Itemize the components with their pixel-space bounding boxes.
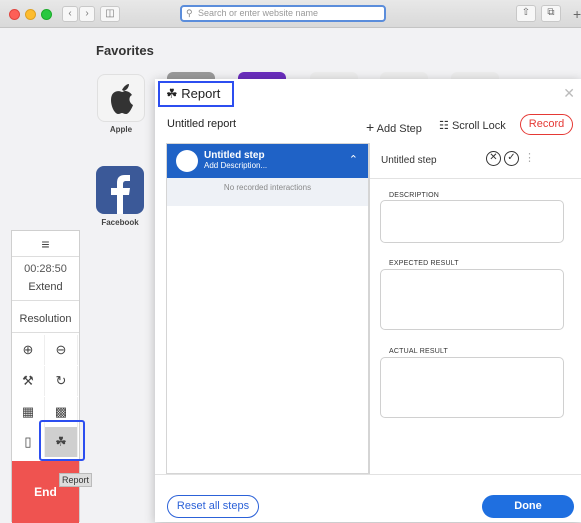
add-step-button[interactable]: + Add Step — [366, 119, 422, 135]
address-bar[interactable]: ⚲ Search or enter website name — [180, 5, 386, 22]
step-detail-title[interactable]: Untitled step — [381, 155, 437, 166]
favorite-facebook-label: Facebook — [101, 218, 139, 227]
step-item[interactable]: Untitled step Add Description... ⌃ — [167, 144, 368, 178]
address-bar-placeholder: Search or enter website name — [198, 8, 319, 18]
share-icon[interactable]: ⇧ — [516, 5, 536, 22]
scroll-lock-button[interactable]: ☷ Scroll Lock — [439, 119, 506, 132]
zoom-in-icon[interactable]: ⊕ — [12, 335, 45, 365]
report-dialog-title: ☘ Report — [158, 81, 234, 107]
add-step-label: Add Step — [376, 123, 422, 135]
back-button[interactable]: ‹ — [62, 6, 78, 22]
step-title: Untitled step — [204, 150, 265, 161]
new-tab-icon[interactable]: + — [573, 6, 581, 22]
divider — [370, 178, 581, 179]
step-status-icon — [176, 150, 198, 172]
favorite-apple[interactable] — [97, 74, 145, 122]
reset-all-steps-button[interactable]: Reset all steps — [167, 495, 259, 518]
favorites-heading: Favorites — [96, 43, 154, 58]
report-dialog: ☘ Report ✕ Untitled report + Add Step ☷ … — [155, 79, 581, 522]
session-timer: 00:28:50 — [24, 263, 67, 275]
description-label: DESCRIPTION — [389, 192, 440, 199]
report-title-text: Report — [181, 86, 221, 101]
report-icon: ☘ — [166, 86, 178, 101]
actual-result-field[interactable] — [380, 357, 564, 418]
report-name[interactable]: Untitled report — [167, 118, 236, 130]
discard-icon[interactable]: ✕ — [486, 151, 501, 166]
timer-section: 00:28:50 Extend — [12, 257, 79, 301]
wrench-icon[interactable]: ⚒ — [12, 366, 45, 396]
done-button[interactable]: Done — [482, 495, 574, 518]
report-tool-highlight — [39, 420, 85, 461]
close-window-button[interactable] — [9, 9, 20, 20]
favorite-facebook[interactable] — [96, 166, 144, 214]
actual-result-label: ACTUAL RESULT — [389, 348, 448, 355]
record-button[interactable]: Record — [520, 114, 573, 135]
facebook-icon — [111, 175, 130, 214]
lock-icon: ☷ — [439, 120, 449, 132]
toolbar-menu[interactable]: ≡ — [12, 231, 79, 257]
no-interactions-message: No recorded interactions — [167, 178, 368, 206]
confirm-icon[interactable]: ✓ — [504, 151, 519, 166]
expected-result-field[interactable] — [380, 269, 564, 330]
forward-button[interactable]: › — [79, 6, 95, 22]
end-session-button[interactable]: End — [12, 461, 79, 523]
rotate-icon[interactable]: ↻ — [45, 366, 78, 396]
browser-toolbar: ‹ › ◫ ⚲ Search or enter website name ⇧ ⧉… — [0, 0, 581, 28]
zoom-out-icon[interactable]: ⊖ — [45, 335, 78, 365]
close-icon[interactable]: ✕ — [563, 85, 575, 102]
footer-divider — [155, 474, 581, 475]
search-icon: ⚲ — [186, 8, 193, 18]
apple-icon — [111, 84, 133, 114]
plus-icon: + — [366, 119, 375, 135]
scroll-lock-label: Scroll Lock — [451, 120, 506, 132]
sidebar-toggle-icon[interactable]: ◫ — [100, 6, 120, 22]
favorite-apple-label: Apple — [109, 125, 133, 134]
description-field[interactable] — [380, 200, 564, 243]
expected-result-label: EXPECTED RESULT — [389, 260, 459, 267]
chevron-up-icon[interactable]: ⌃ — [349, 153, 358, 166]
steps-list: Untitled step Add Description... ⌃ No re… — [166, 143, 369, 474]
report-tooltip: Report — [59, 473, 92, 487]
hamburger-icon: ≡ — [41, 236, 50, 252]
tabs-icon[interactable]: ⧉ — [541, 5, 561, 22]
extend-button[interactable]: Extend — [12, 281, 79, 293]
pane-divider — [369, 143, 370, 474]
resolution-button[interactable]: Resolution — [12, 305, 79, 333]
more-options-icon[interactable]: ⋮ — [524, 151, 535, 164]
step-description: Add Description... — [204, 161, 268, 170]
minimize-window-button[interactable] — [25, 9, 36, 20]
zoom-window-button[interactable] — [41, 9, 52, 20]
